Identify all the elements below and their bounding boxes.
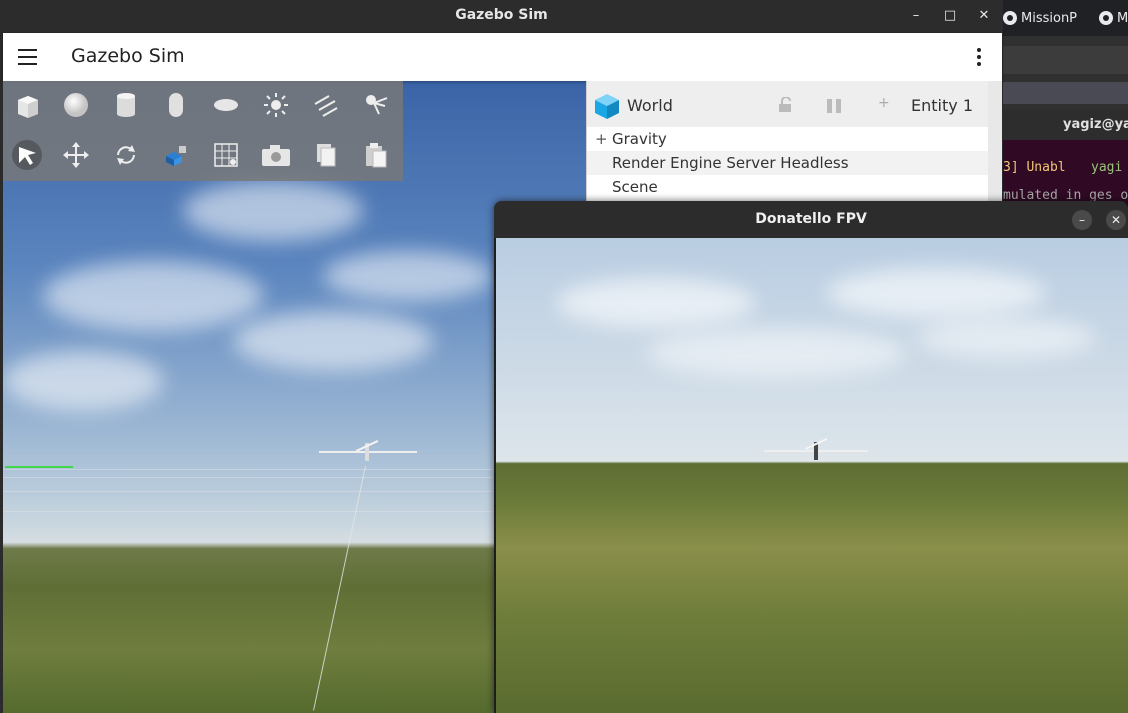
fpv-window: Donatello FPV – ✕ [494, 201, 1128, 713]
tree-row-label: Gravity [612, 130, 667, 148]
tree-row-label: Scene [612, 178, 658, 196]
box-icon[interactable] [12, 90, 42, 120]
copy-icon[interactable] [311, 140, 341, 170]
sphere-icon[interactable] [61, 90, 91, 120]
tether-line [313, 465, 366, 711]
lock-icon[interactable] [777, 96, 793, 117]
grid-icon[interactable] [211, 140, 241, 170]
expand-icon[interactable]: + [595, 127, 608, 151]
browser-tab-bar: MissionP M [1003, 0, 1128, 36]
close-button[interactable]: ✕ [1106, 210, 1126, 230]
cylinder-icon[interactable] [111, 90, 141, 120]
terminal-line: 3] Unabl [1003, 160, 1066, 175]
world-label[interactable]: World [627, 96, 673, 115]
capsule-icon[interactable] [161, 90, 191, 120]
spot-light-icon[interactable] [361, 90, 391, 120]
close-button[interactable]: ✕ [974, 6, 994, 26]
add-entity-icon[interactable]: + [878, 95, 890, 111]
browser-tab-m[interactable]: M [1099, 8, 1128, 28]
browser-tab-label: MissionP [1021, 10, 1078, 26]
github-icon [1003, 11, 1017, 25]
pause-icon[interactable] [825, 98, 845, 118]
entity-label: Entity 1 [911, 96, 973, 115]
paste-icon[interactable] [361, 140, 391, 170]
maximize-button[interactable]: □ [940, 6, 960, 26]
github-icon [1099, 11, 1113, 25]
transform-icon[interactable] [161, 140, 191, 170]
fpv-window-titlebar[interactable]: Donatello FPV – ✕ [494, 201, 1128, 238]
tree-row-label: Render Engine Server Headless [612, 154, 849, 172]
window-title: Gazebo Sim [455, 7, 548, 23]
directional-light-icon[interactable] [311, 90, 341, 120]
window-strip [1003, 82, 1128, 104]
select-icon[interactable] [12, 140, 42, 170]
tree-row-gravity[interactable]: + Gravity [587, 127, 989, 151]
app-title: Gazebo Sim [71, 45, 185, 67]
more-options-icon[interactable] [976, 48, 982, 66]
sun-icon[interactable] [261, 90, 291, 120]
ellipsoid-icon[interactable] [211, 90, 241, 120]
tree-row-render-engine[interactable]: Render Engine Server Headless [587, 151, 989, 175]
browser-toolbar [1003, 46, 1128, 74]
world-cube-icon [594, 93, 620, 123]
entity-tree-panel: World + Entity 1 + Gravity Render Engine… [586, 81, 989, 201]
shapes-toolbar [3, 81, 403, 181]
terminal-line: yagi [1091, 160, 1123, 175]
translate-icon[interactable] [61, 140, 91, 170]
tree-row-scene[interactable]: Scene [587, 175, 989, 199]
fpv-camera-view [496, 238, 1128, 713]
window-title: Donatello FPV [755, 211, 867, 227]
minimize-button[interactable]: – [906, 6, 926, 26]
minimize-button[interactable]: – [1072, 210, 1092, 230]
entity-tree-header: World + Entity 1 [587, 81, 989, 129]
camera-icon[interactable] [261, 140, 291, 170]
menu-icon[interactable] [18, 49, 37, 65]
rotate-icon[interactable] [111, 140, 141, 170]
browser-tab-missionp[interactable]: MissionP [1003, 8, 1077, 28]
gazebo-app-bar: Gazebo Sim [3, 33, 1002, 81]
gazebo-window-titlebar[interactable]: Gazebo Sim – □ ✕ [0, 0, 1003, 32]
panel-scrollbar[interactable] [988, 81, 1002, 201]
terminal-title: yagiz@ya [1003, 110, 1128, 140]
browser-tab-label: M [1117, 10, 1128, 26]
